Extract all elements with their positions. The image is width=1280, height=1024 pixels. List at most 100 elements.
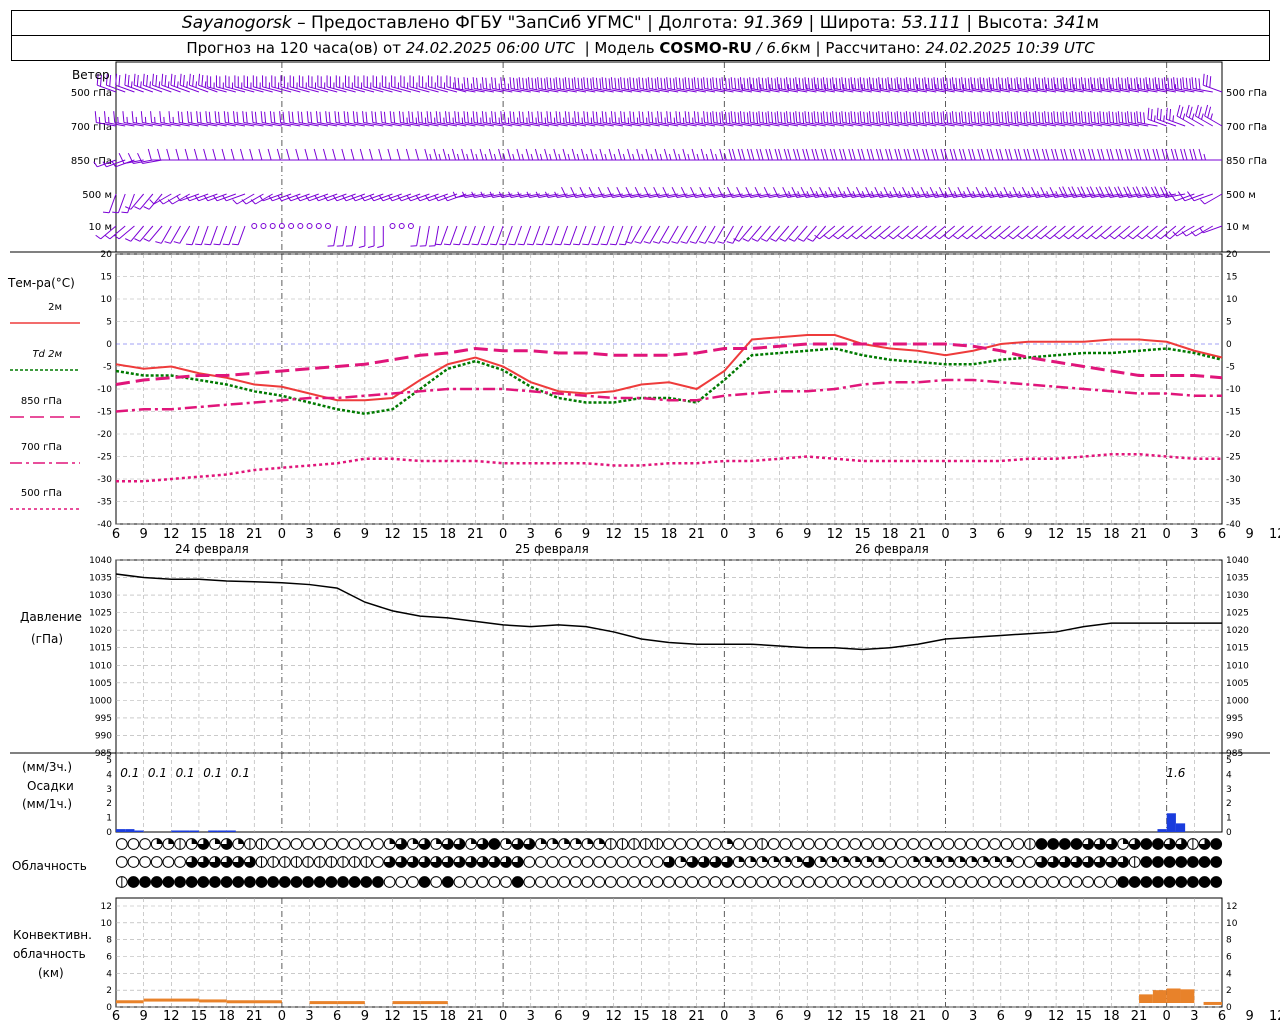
pres-ytick-right: 995 <box>1226 714 1243 724</box>
cloud-circle <box>977 876 990 888</box>
cloud-upper-symbol <box>872 838 885 850</box>
cloud-middle-symbol <box>488 856 501 868</box>
wind-barb <box>554 225 569 246</box>
cloud-circle <box>1175 876 1188 888</box>
temp-xtick: 18 <box>882 527 899 542</box>
conv-xtick: 6 <box>333 1009 341 1024</box>
cloud-circle <box>1140 856 1153 868</box>
wind-half-feather <box>717 241 724 244</box>
wind-shaft <box>569 225 578 245</box>
wind-feather <box>544 148 549 161</box>
conv-xtick: 0 <box>278 1009 286 1024</box>
wind-barb <box>609 225 624 246</box>
wind-feather <box>415 148 420 161</box>
wind-half-feather <box>428 245 436 247</box>
temp-xtick: 21 <box>246 527 263 542</box>
wind-shaft <box>939 225 956 240</box>
wind-half-feather <box>618 117 620 124</box>
wind-feather <box>264 111 267 124</box>
wind-shaft <box>1193 193 1213 202</box>
cloud-circle <box>372 856 384 868</box>
cloud-middle-symbol <box>989 856 1001 868</box>
wind-feather <box>931 148 936 161</box>
cloud-circle <box>942 876 955 888</box>
cloud-lower-symbol <box>651 876 664 888</box>
cloud-circle <box>663 838 675 850</box>
cloud-circle <box>139 876 152 888</box>
date-label-1: 24 февраля <box>175 542 249 556</box>
cloud-middle-symbol <box>1128 856 1141 868</box>
cloud-lower-symbol <box>942 876 955 888</box>
wind-feather <box>193 148 198 161</box>
wind-feather <box>276 148 281 161</box>
wind-feather <box>771 111 774 124</box>
wind-half-feather <box>889 191 893 198</box>
cloud-upper-symbol <box>895 838 908 850</box>
cloud-upper-symbol <box>849 838 862 850</box>
wind-feather <box>394 76 396 88</box>
wind-barb <box>1099 225 1121 240</box>
wind-shaft <box>425 225 430 246</box>
wind-feather <box>283 76 285 88</box>
temp-ytick-right: -40 <box>1226 520 1241 530</box>
cloud-fill <box>1006 856 1013 862</box>
wind-shaft <box>440 225 449 245</box>
wind-barb <box>980 225 1002 240</box>
cloud-circle <box>802 876 815 888</box>
cloud-upper-symbol <box>395 838 408 850</box>
cloud-circle <box>965 838 978 850</box>
cloud-middle-symbol <box>1024 856 1036 868</box>
wind-feather <box>347 111 350 124</box>
wind-feather <box>999 148 1004 161</box>
wind-half-feather <box>126 116 128 124</box>
cloud-upper-symbol <box>1163 838 1176 850</box>
cloud-circle <box>1163 856 1176 868</box>
cloud-circle <box>884 838 897 850</box>
cloud-middle-symbol <box>732 856 745 868</box>
cloud-upper-symbol <box>1012 838 1025 850</box>
wind-feather <box>918 111 921 124</box>
wind-label: Ветер <box>72 68 110 82</box>
wind-feather <box>177 111 180 123</box>
wind-shaft <box>856 225 873 240</box>
wind-half-feather <box>456 153 460 161</box>
cloud-middle-symbol <box>802 856 815 868</box>
cloud-lower-symbol <box>1175 876 1188 888</box>
cloud-fill <box>680 856 687 862</box>
temp-xtick: 12 <box>605 527 622 542</box>
wind-shaft <box>1185 225 1204 237</box>
cloud-upper-symbol <box>1070 838 1083 850</box>
wind-half-feather <box>149 199 155 205</box>
cloud-lower-symbol <box>453 876 466 888</box>
cloud-circle <box>150 856 163 868</box>
wind-shaft <box>704 225 716 244</box>
conv-ytick-right: 12 <box>1226 902 1237 912</box>
cloud-circle <box>732 838 745 850</box>
wind-half-feather <box>480 117 482 124</box>
cloud-lower-symbol <box>1058 876 1071 888</box>
cloud-lower-symbol <box>1186 876 1199 888</box>
cloud-middle-symbol <box>1093 856 1106 868</box>
cloud-fill <box>552 838 558 844</box>
wind-feather <box>329 76 331 88</box>
precip-total-label: 0.1 <box>148 766 167 780</box>
temp-xtick: 18 <box>1103 527 1120 542</box>
cloud-lower-symbol <box>441 876 454 888</box>
cloud-lower-symbol <box>919 876 932 888</box>
pres-ytick-left: 1030 <box>89 591 112 601</box>
cloud-middle-symbol <box>313 856 326 868</box>
wind-half-feather <box>595 153 598 161</box>
wind-feather <box>614 77 617 90</box>
cloud-lower-symbol <box>185 876 198 888</box>
cloud-circle <box>302 876 314 888</box>
cloud-middle-symbol <box>1105 856 1118 868</box>
temp-ytick-left: 0 <box>106 340 112 350</box>
cloud-fill <box>738 856 745 862</box>
wind-shaft <box>495 225 504 245</box>
wind-shaft <box>1195 225 1214 237</box>
wind-feather <box>522 111 525 124</box>
wind-barb <box>1164 225 1186 240</box>
wind-barb <box>121 193 135 214</box>
conv-xtick: 18 <box>218 1009 235 1024</box>
cloud-lower-symbol <box>698 876 710 888</box>
